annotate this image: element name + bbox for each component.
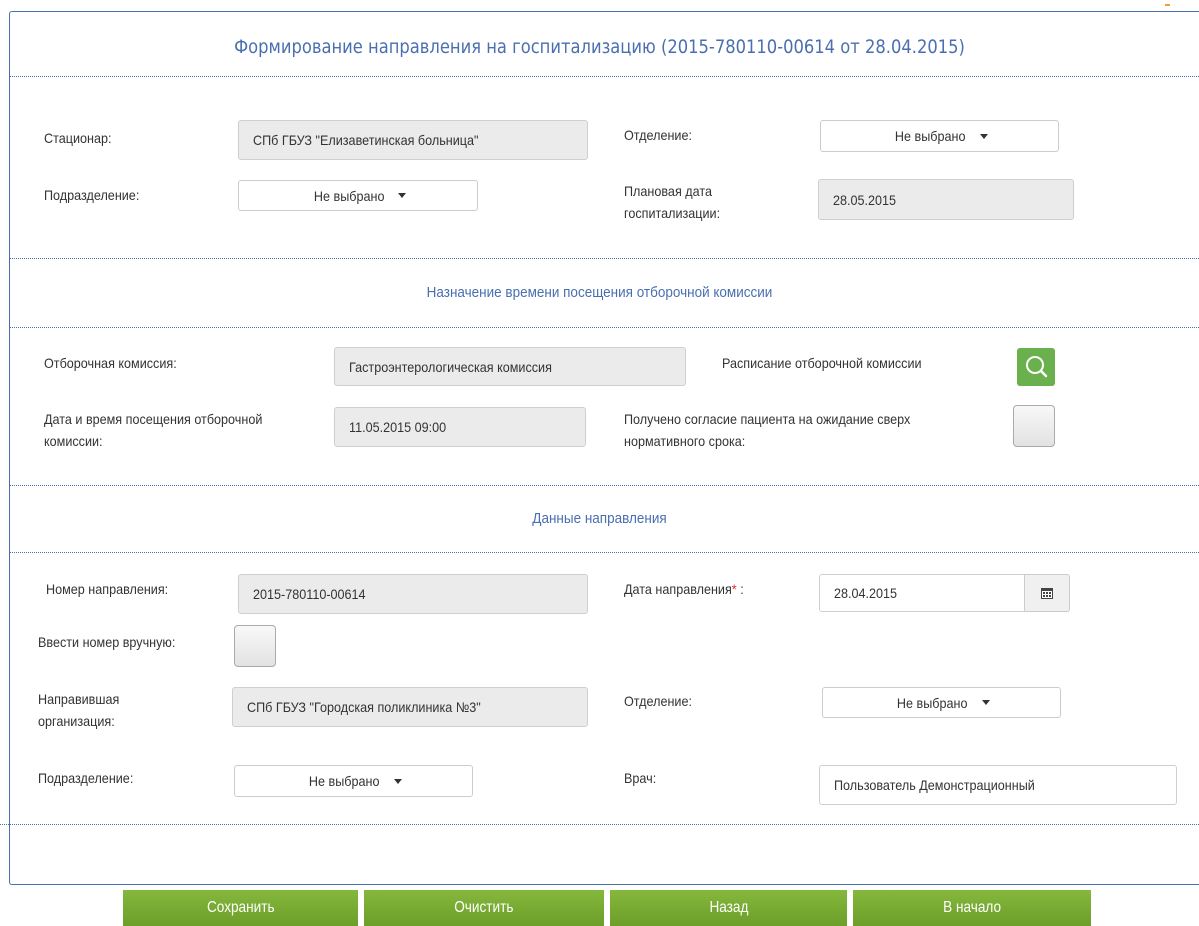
planned-date-field: 28.05.2015 xyxy=(818,179,1074,220)
manual-number-label: Ввести номер вручную: xyxy=(38,634,176,650)
referral-department-select[interactable]: Не выбрано xyxy=(822,687,1061,718)
back-button[interactable]: Назад xyxy=(610,890,847,926)
consent-label: Получено согласие пациента на ожидание с… xyxy=(624,411,911,449)
clear-button[interactable]: Очистить xyxy=(364,890,604,926)
home-button[interactable]: В начало xyxy=(853,890,1091,926)
subdivision-label: Подразделение: xyxy=(44,187,140,203)
referral-date-label: Дата направления* : xyxy=(624,581,744,597)
commission-field: Гастроэнтерологическая комиссия xyxy=(334,347,686,386)
department-label: Отделение: xyxy=(624,127,692,143)
caret-down-icon xyxy=(398,193,407,198)
search-icon xyxy=(1026,356,1048,378)
divider xyxy=(9,258,1199,259)
referring-org-label: Направившая организация: xyxy=(38,691,120,729)
referral-number-label: Номер направления: xyxy=(46,581,169,597)
referral-date-input[interactable]: 28.04.2015 xyxy=(819,574,1025,612)
page-title: Формирование направления на госпитализац… xyxy=(234,36,965,58)
divider xyxy=(0,824,1199,825)
divider xyxy=(9,552,1199,553)
schedule-search-button[interactable] xyxy=(1017,348,1055,386)
doctor-input[interactable]: Пользователь Демонстрационный xyxy=(819,765,1177,805)
divider xyxy=(9,327,1199,328)
save-button[interactable]: Сохранить xyxy=(123,890,358,926)
caret-down-icon xyxy=(979,133,988,139)
department-select[interactable]: Не выбрано xyxy=(820,120,1059,152)
doctor-label: Врач: xyxy=(624,770,657,786)
referral-section-title: Данные направления xyxy=(532,510,667,527)
divider xyxy=(9,485,1199,486)
stationary-field: СПб ГБУЗ "Елизаветинская больница" xyxy=(238,120,588,160)
manual-number-checkbox[interactable] xyxy=(234,625,276,667)
divider xyxy=(9,76,1199,77)
stationary-label: Стационар: xyxy=(44,130,112,146)
referral-number-field: 2015-780110-00614 xyxy=(238,574,588,614)
visit-datetime-label: Дата и время посещения отборочной комисс… xyxy=(44,411,263,449)
subdivision-select[interactable]: Не выбрано xyxy=(238,180,478,211)
visit-datetime-field: 11.05.2015 09:00 xyxy=(334,407,586,447)
commission-section-title: Назначение времени посещения отборочной … xyxy=(426,284,773,301)
referral-department-label: Отделение: xyxy=(624,693,692,709)
calendar-button[interactable] xyxy=(1024,574,1070,612)
referral-subdivision-label: Подразделение: xyxy=(38,770,134,786)
consent-checkbox[interactable] xyxy=(1013,405,1055,447)
caret-down-icon xyxy=(981,700,990,705)
calendar-icon xyxy=(1041,588,1053,599)
schedule-label: Расписание отборочной комиссии xyxy=(722,355,922,371)
referral-subdivision-select[interactable]: Не выбрано xyxy=(234,765,473,797)
planned-date-label: Плановая дата госпитализации: xyxy=(624,183,721,221)
referring-org-field: СПб ГБУЗ "Городская поликлиника №3" xyxy=(232,687,588,727)
commission-label: Отборочная комиссия: xyxy=(44,355,177,371)
orange-accent-mark xyxy=(1165,4,1170,6)
caret-down-icon xyxy=(393,778,402,784)
